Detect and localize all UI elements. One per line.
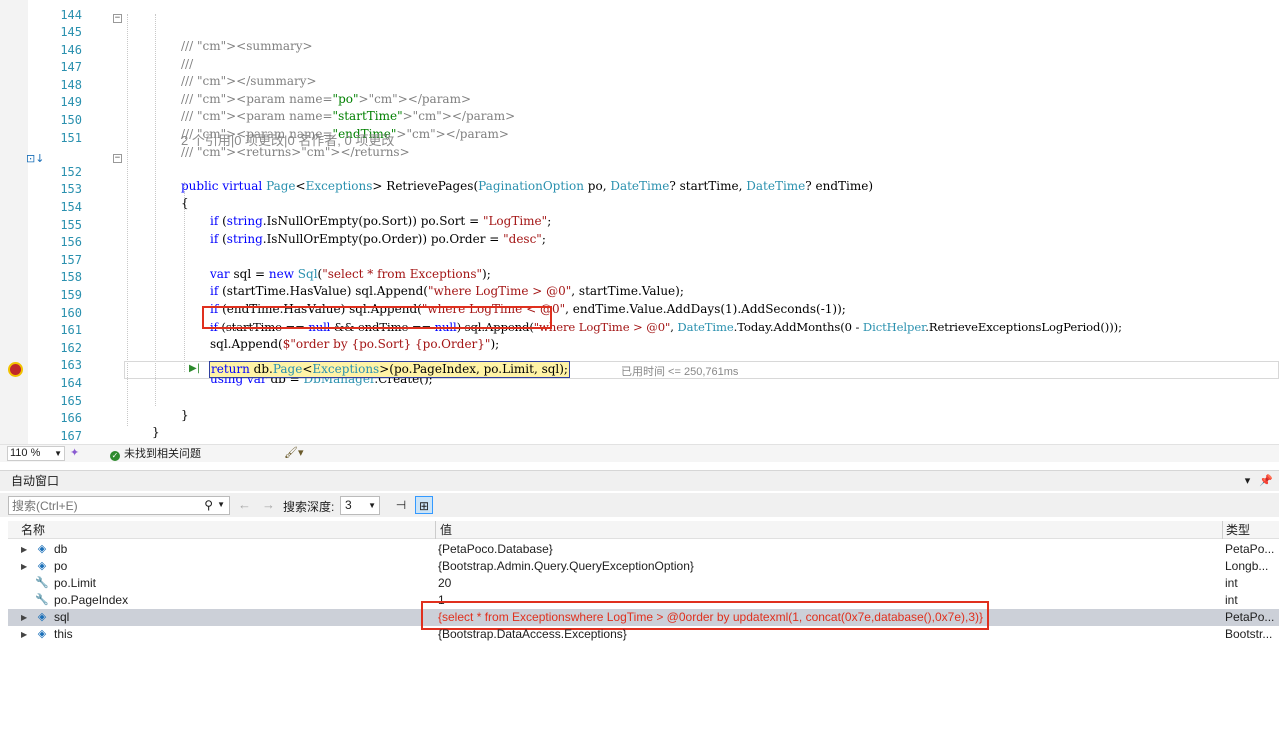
search-depth-value: 3	[345, 498, 352, 512]
column-header-value[interactable]: 值	[440, 521, 452, 539]
pin-icon[interactable]: 📌	[1259, 475, 1273, 487]
search-next-arrow-icon[interactable]: →	[262, 497, 275, 512]
variable-type: int	[1225, 593, 1238, 607]
object-icon: ◈	[37, 628, 47, 640]
code-line[interactable]: 159 if (endTime.HasValue) sql.Append("wh…	[0, 273, 1279, 316]
code-line[interactable]: 150 /// "cm"><param name="endTime">"cm">…	[0, 98, 1279, 141]
editor-status-bar: 110 % ▼ ✦ ✓ 未找到相关问题 🖌▾	[0, 444, 1279, 462]
wrench-icon: 🔧	[35, 594, 49, 606]
code-line[interactable]: 153 {	[0, 167, 1279, 210]
search-input[interactable]	[9, 497, 199, 514]
window-buttons: ▾ 📌	[1245, 471, 1273, 491]
intellicode-icon[interactable]: ✦	[70, 446, 79, 459]
autos-grid-header: 名称 值 类型	[8, 521, 1279, 539]
column-resize-handle[interactable]	[435, 521, 436, 539]
variable-value[interactable]: {PetaPoco.Database}	[438, 541, 553, 558]
table-row[interactable]: ▶ ◈ db {PetaPoco.Database} PetaPo...	[8, 541, 1279, 558]
code-line[interactable]: 167 }	[0, 414, 1279, 444]
variable-name: po.Limit	[54, 576, 97, 590]
code-line: 168	[0, 431, 1279, 444]
autos-toolbar: ⚲ ▼ ← → 搜索深度: 3 ▼ ⊣ ⊞	[0, 493, 1279, 517]
variable-value[interactable]: 20	[438, 575, 451, 592]
code-line[interactable]: 147 /// "cm"></summary>	[0, 45, 1279, 88]
perf-tip-elapsed[interactable]: 已用时间 <= 250,761ms	[621, 363, 738, 379]
variable-type: PetaPo...	[1225, 542, 1275, 556]
code-line[interactable]: 163 using var db = DbManager.Create();	[0, 343, 1279, 386]
current-statement: return db.Page<Exceptions>(po.PageIndex,…	[209, 361, 570, 378]
code-line[interactable]: 145 /// "cm"><summary>	[0, 10, 1279, 53]
line-number: 151	[60, 131, 82, 145]
chevron-down-icon[interactable]: ▼	[217, 500, 225, 509]
variable-name: po.PageIndex	[54, 593, 129, 607]
code-editor[interactable]: − − ⊡↓ ▶| 144 145 /// "cm"><summary> 146…	[0, 0, 1279, 444]
column-header-name[interactable]: 名称	[21, 521, 45, 539]
code-line: 144	[0, 0, 1279, 22]
code-line[interactable]: 149 /// "cm"><param name="startTime">"cm…	[0, 80, 1279, 123]
variable-name: db	[54, 542, 68, 556]
window-title: 自动窗口	[11, 474, 60, 488]
expand-arrow-icon[interactable]: ▶	[21, 626, 27, 643]
issues-text: 未找到相关问题	[124, 448, 201, 460]
object-icon: ◈	[37, 611, 47, 623]
variable-name: po	[54, 559, 68, 573]
code-line[interactable]: 146 ///	[0, 28, 1279, 71]
code-line[interactable]: 161 sql.Append($"order by {po.Sort} {po.…	[0, 308, 1279, 351]
code-line[interactable]: 152 public virtual Page<Exceptions> Retr…	[0, 150, 1279, 193]
wrench-icon: 🔧	[35, 577, 49, 589]
expand-arrow-icon[interactable]: ▶	[21, 558, 27, 575]
code-line[interactable]: 162	[0, 326, 1279, 355]
code-line[interactable]: 156	[0, 220, 1279, 249]
code-line[interactable]: 160 if (startTime == null && endTime == …	[0, 291, 1279, 334]
column-resize-handle[interactable]	[1222, 521, 1223, 539]
object-icon: ◈	[37, 560, 47, 572]
expand-arrow-icon[interactable]: ▶	[21, 541, 27, 558]
code-line[interactable]: 155 if (string.IsNullOrEmpty(po.Order)) …	[0, 203, 1279, 246]
code-line[interactable]: 157 var sql = new Sql("select * from Exc…	[0, 238, 1279, 281]
column-header-type[interactable]: 类型	[1226, 521, 1250, 539]
table-row[interactable]: ▶ ◈ this {Bootstrap.DataAccess.Exception…	[8, 626, 1279, 643]
search-icon[interactable]: ⚲	[204, 498, 213, 512]
code-line[interactable]: 151 /// "cm"><returns>"cm"></returns>	[0, 116, 1279, 159]
object-icon: ◈	[37, 543, 47, 555]
check-circle-icon: ✓	[110, 451, 120, 461]
pin-value-icon[interactable]: ⊣	[392, 496, 410, 514]
variable-type: Bootstr...	[1225, 627, 1273, 641]
code-cleanup-brush-icon[interactable]: 🖌▾	[284, 446, 304, 459]
variable-value[interactable]: {Bootstrap.DataAccess.Exceptions}	[438, 626, 627, 643]
codelens-references[interactable]: 2 个引用|0 项更改|0 名作者, 0 项更改	[181, 132, 394, 150]
variable-type: int	[1225, 576, 1238, 590]
table-row[interactable]: ▶ ◈ po {Bootstrap.Admin.Query.QueryExcep…	[8, 558, 1279, 575]
zoom-selector[interactable]: 110 % ▼	[7, 446, 65, 461]
variable-type: Longb...	[1225, 559, 1269, 573]
view-format-icon[interactable]: ⊞	[415, 496, 433, 514]
code-line[interactable]: 148 /// "cm"><param name="po">"cm"></par…	[0, 63, 1279, 106]
search-depth-label: 搜索深度:	[283, 500, 335, 514]
code-line-current-statement[interactable]: 164 return db.Page<Exceptions>(po.PageIn…	[0, 361, 1279, 390]
variable-name: this	[54, 627, 73, 641]
expand-arrow-icon[interactable]: ▶	[21, 609, 27, 626]
chevron-down-icon: ▼	[54, 449, 62, 458]
code-line[interactable]: 165 }	[0, 379, 1279, 422]
table-row[interactable]: 🔧 po.Limit 20 int	[8, 575, 1279, 592]
issues-indicator[interactable]: ✓ 未找到相关问题	[110, 447, 201, 461]
zoom-value: 110 %	[10, 447, 41, 459]
search-depth-select[interactable]: 3 ▼	[340, 496, 380, 515]
code-line[interactable]: 154 if (string.IsNullOrEmpty(po.Sort)) p…	[0, 185, 1279, 228]
variable-name: sql	[54, 610, 70, 624]
window-options-icon[interactable]: ▾	[1245, 475, 1251, 487]
search-box[interactable]: ⚲ ▼	[8, 496, 230, 515]
autos-title-bar[interactable]: 自动窗口 ▾ 📌	[0, 471, 1279, 491]
variable-value[interactable]: {Bootstrap.Admin.Query.QueryExceptionOpt…	[438, 558, 694, 575]
code-line[interactable]: 166 }	[0, 396, 1279, 439]
search-previous-arrow-icon[interactable]: ←	[238, 497, 251, 512]
code-line[interactable]: 158 if (startTime.HasValue) sql.Append("…	[0, 255, 1279, 298]
variable-type: PetaPo...	[1225, 610, 1275, 624]
autos-window: 自动窗口 ▾ 📌 ⚲ ▼ ← → 搜索深度: 3 ▼ ⊣ ⊞ 名称 值 类型 ▶…	[0, 470, 1279, 741]
chevron-down-icon: ▼	[368, 501, 376, 510]
